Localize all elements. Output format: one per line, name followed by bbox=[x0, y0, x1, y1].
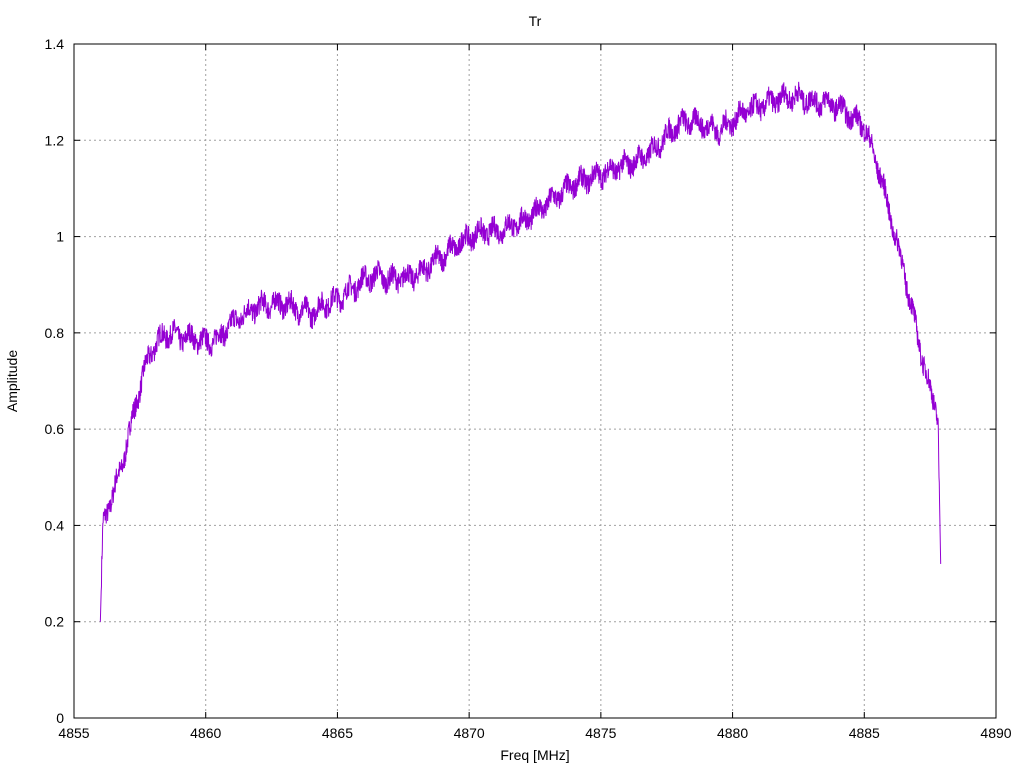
axis-ticks: 4855 4860 4865 4870 4875 4880 4885 4890 0 0.2 0.4 0… bbox=[45, 36, 1012, 741]
x-tick-label: 4875 bbox=[585, 725, 616, 741]
chart: 4855 4860 4865 4870 4875 4880 4885 4890 0 0.2 0.4 0… bbox=[4, 13, 1012, 763]
y-tick-label: 1.2 bbox=[45, 132, 65, 148]
x-tick-label: 4865 bbox=[322, 725, 353, 741]
y-tick-label: 0.6 bbox=[45, 421, 65, 437]
x-tick-label: 4890 bbox=[980, 725, 1011, 741]
grid bbox=[74, 44, 996, 718]
series-line bbox=[99, 81, 942, 622]
y-tick-label: 1 bbox=[56, 229, 64, 245]
y-tick-label: 0.4 bbox=[45, 517, 65, 533]
x-tick-label: 4860 bbox=[190, 725, 221, 741]
y-tick-label: 0.8 bbox=[45, 325, 65, 341]
y-tick-label: 0 bbox=[56, 710, 64, 726]
x-tick-label: 4870 bbox=[454, 725, 485, 741]
series-tr bbox=[99, 81, 942, 622]
y-tick-label: 0.2 bbox=[45, 614, 65, 630]
chart-title: Tr bbox=[529, 13, 542, 29]
plot-border bbox=[73, 43, 997, 719]
x-tick-label: 4880 bbox=[717, 725, 748, 741]
y-tick-label: 1.4 bbox=[45, 36, 65, 52]
y-axis-label: Amplitude bbox=[4, 350, 20, 412]
x-axis-label: Freq [MHz] bbox=[500, 747, 569, 763]
x-tick-label: 4855 bbox=[58, 725, 89, 741]
x-tick-label: 4885 bbox=[849, 725, 880, 741]
